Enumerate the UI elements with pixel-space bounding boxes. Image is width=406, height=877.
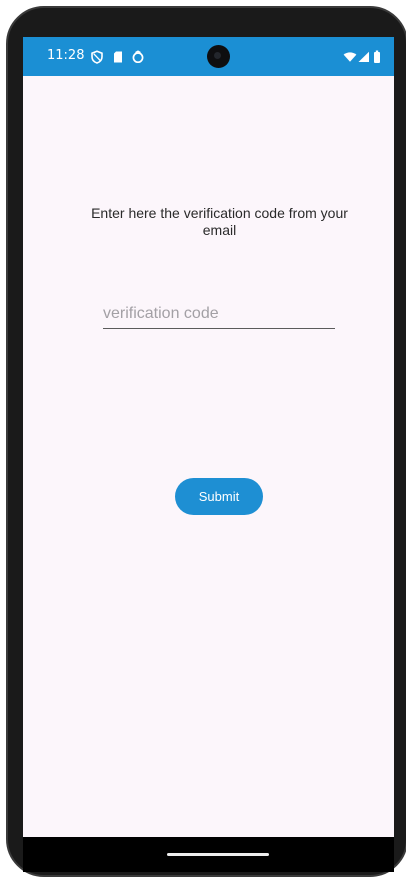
- navigation-bar: [23, 837, 394, 872]
- front-camera: [207, 45, 230, 68]
- home-gesture-handle[interactable]: [167, 853, 269, 856]
- app-screen: 11:28 Enter here the verification code f…: [23, 37, 394, 872]
- signal-icon: [357, 49, 370, 63]
- sim-card-icon: [111, 49, 125, 63]
- shield-icon: [90, 49, 104, 64]
- verification-code-field[interactable]: [103, 302, 335, 329]
- sync-icon: [131, 49, 145, 64]
- verification-code-input[interactable]: [103, 302, 335, 326]
- status-time: 11:28: [47, 48, 85, 63]
- verification-instructions: Enter here the verification code from yo…: [91, 205, 348, 238]
- battery-icon: [373, 49, 381, 63]
- wifi-icon: [343, 49, 357, 63]
- status-bar: 11:28: [23, 37, 394, 76]
- phone-frame: 11:28 Enter here the verification code f…: [6, 6, 406, 877]
- submit-button[interactable]: Submit: [175, 478, 263, 515]
